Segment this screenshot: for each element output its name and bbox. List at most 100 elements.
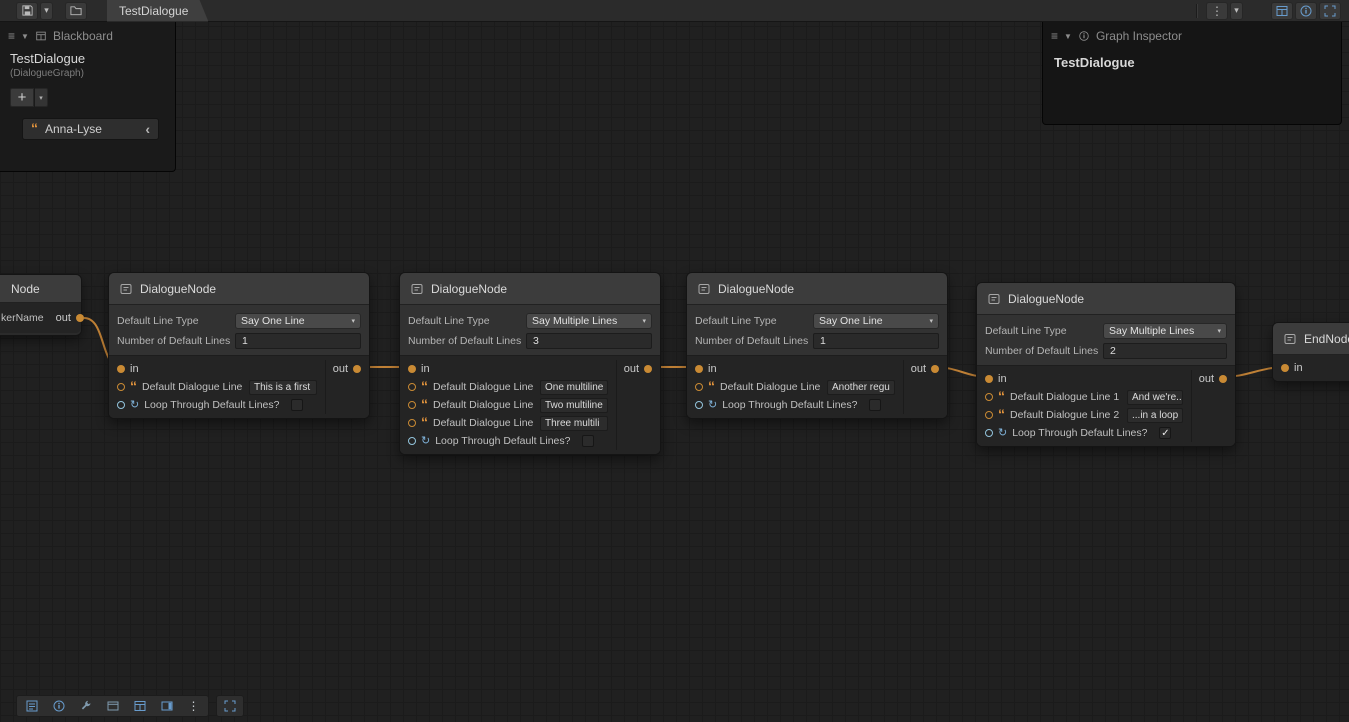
add-property-button[interactable]: + bbox=[10, 88, 34, 107]
blackboard-header[interactable]: ≡ ▼ Blackboard bbox=[0, 22, 175, 47]
blackboard-property-row[interactable]: “ Anna-Lyse ‹ bbox=[22, 118, 159, 140]
end-node[interactable]: EndNode in bbox=[1272, 322, 1349, 382]
line-port[interactable] bbox=[408, 419, 416, 427]
loop-port[interactable] bbox=[117, 401, 125, 409]
tab-testdialogue[interactable]: TestDialogue bbox=[107, 0, 208, 22]
num-lines-field[interactable]: 1 bbox=[813, 333, 939, 349]
out-port[interactable] bbox=[353, 365, 361, 373]
line-port[interactable] bbox=[985, 393, 993, 401]
folder-icon bbox=[69, 4, 83, 17]
collapse-icon[interactable]: ▼ bbox=[21, 32, 29, 41]
line-type-label: Default Line Type bbox=[985, 325, 1103, 337]
collapse-icon[interactable]: ▼ bbox=[1064, 32, 1072, 41]
loop-port[interactable] bbox=[408, 437, 416, 445]
node-title-bar[interactable]: DialogueNode bbox=[977, 283, 1235, 315]
line-port[interactable] bbox=[695, 383, 703, 391]
inspector-panel-button[interactable] bbox=[45, 696, 72, 716]
line-type-dropdown[interactable]: Say One Line ▾ bbox=[235, 313, 361, 329]
blackboard-panel-button[interactable] bbox=[18, 696, 45, 716]
frame-selection-button[interactable] bbox=[216, 695, 244, 717]
loop-port[interactable] bbox=[695, 401, 703, 409]
inspector-header[interactable]: ≡ ▼ Graph Inspector bbox=[1043, 22, 1341, 47]
quote-icon: “ bbox=[421, 401, 428, 410]
line-text-field[interactable]: Another regu bbox=[827, 380, 895, 395]
num-lines-field[interactable]: 2 bbox=[1103, 343, 1227, 359]
chevron-left-icon[interactable]: ‹ bbox=[145, 121, 150, 137]
out-port[interactable] bbox=[1219, 375, 1227, 383]
split-panel-icon bbox=[160, 699, 174, 713]
window-button[interactable] bbox=[99, 696, 126, 716]
options-dropdown-button[interactable]: ▾ bbox=[1230, 2, 1243, 20]
line-text-field[interactable]: And we're... bbox=[1127, 390, 1183, 405]
start-node[interactable]: Node kerName out bbox=[0, 274, 82, 336]
inspector-toggle-button[interactable] bbox=[1295, 2, 1317, 20]
save-dropdown-button[interactable]: ▾ bbox=[40, 2, 53, 20]
out-port[interactable] bbox=[931, 365, 939, 373]
out-port[interactable] bbox=[76, 314, 84, 322]
line-port[interactable] bbox=[117, 383, 125, 391]
menu-icon[interactable]: ≡ bbox=[1051, 29, 1058, 43]
dialogue-node-1[interactable]: DialogueNode Default Line Type Say One L… bbox=[108, 272, 370, 419]
line-text-field[interactable]: One multiline bbox=[540, 380, 608, 395]
line-text-field[interactable]: ...in a loop bbox=[1127, 408, 1183, 423]
dialogue-node-4[interactable]: DialogueNode Default Line Type Say Multi… bbox=[976, 282, 1236, 447]
node-title-bar[interactable]: DialogueNode bbox=[687, 273, 947, 305]
loop-port[interactable] bbox=[985, 429, 993, 437]
line-type-dropdown[interactable]: Say One Line ▾ bbox=[813, 313, 939, 329]
node-title-bar[interactable]: EndNode bbox=[1273, 323, 1349, 355]
more-options-button[interactable]: ⋮ bbox=[180, 696, 207, 716]
dialogue-node-2[interactable]: DialogueNode Default Line Type Say Multi… bbox=[399, 272, 661, 455]
num-lines-field[interactable]: 1 bbox=[235, 333, 361, 349]
line-port[interactable] bbox=[408, 383, 416, 391]
dialogue-node-icon bbox=[697, 282, 711, 296]
in-port[interactable] bbox=[985, 375, 993, 383]
line-text-field[interactable]: Three multili bbox=[540, 416, 608, 431]
end-node-icon bbox=[1283, 332, 1297, 346]
line-text-field[interactable]: This is a first bbox=[249, 380, 317, 395]
add-property-dropdown[interactable]: ▾ bbox=[35, 88, 48, 107]
save-button[interactable] bbox=[16, 2, 38, 20]
in-port[interactable] bbox=[695, 365, 703, 373]
out-port-label: out bbox=[1199, 373, 1214, 385]
num-lines-field[interactable]: 3 bbox=[526, 333, 652, 349]
in-port[interactable] bbox=[1281, 364, 1289, 372]
line-port[interactable] bbox=[985, 411, 993, 419]
out-port[interactable] bbox=[644, 365, 652, 373]
loop-checkbox[interactable] bbox=[291, 399, 303, 411]
blackboard-toggle-button[interactable] bbox=[1271, 2, 1293, 20]
line-label: Default Dialogue Line 2 bbox=[1010, 409, 1119, 421]
line-type-dropdown[interactable]: Say Multiple Lines ▾ bbox=[1103, 323, 1227, 339]
loop-checkbox[interactable] bbox=[582, 435, 594, 447]
line-type-label: Default Line Type bbox=[117, 315, 235, 327]
in-port[interactable] bbox=[117, 365, 125, 373]
in-port[interactable] bbox=[408, 365, 416, 373]
dropdown-arrow-icon: ▾ bbox=[642, 317, 646, 325]
node-title-bar[interactable]: DialogueNode bbox=[400, 273, 660, 305]
options-menu-button[interactable]: ⋮ bbox=[1206, 2, 1228, 20]
panel-title: Graph Inspector bbox=[1096, 29, 1182, 43]
menu-icon[interactable]: ≡ bbox=[8, 29, 15, 43]
blackboard-icon bbox=[35, 30, 47, 42]
dialogue-node-3[interactable]: DialogueNode Default Line Type Say One L… bbox=[686, 272, 948, 419]
node-title-bar[interactable]: DialogueNode bbox=[109, 273, 369, 305]
line-text-field[interactable]: Two multiline bbox=[540, 398, 608, 413]
loop-checkbox[interactable] bbox=[869, 399, 881, 411]
node-title: EndNode bbox=[1304, 332, 1349, 346]
node-title: DialogueNode bbox=[718, 282, 794, 296]
side-panel-button[interactable] bbox=[153, 696, 180, 716]
out-port-label: out bbox=[56, 312, 71, 324]
line-port[interactable] bbox=[408, 401, 416, 409]
dropdown-arrow-icon: ▾ bbox=[929, 317, 933, 325]
blackboard-panel[interactable]: ≡ ▼ Blackboard TestDialogue (DialogueGra… bbox=[0, 22, 176, 172]
open-asset-button[interactable] bbox=[65, 2, 87, 20]
loop-checkbox[interactable]: ✓ bbox=[1159, 427, 1171, 439]
frame-all-button[interactable] bbox=[1319, 2, 1341, 20]
table-panel-button[interactable] bbox=[126, 696, 153, 716]
quote-icon: “ bbox=[421, 383, 428, 392]
line-type-dropdown[interactable]: Say Multiple Lines ▾ bbox=[526, 313, 652, 329]
node-title-bar[interactable]: Node bbox=[0, 275, 81, 303]
tools-button[interactable] bbox=[72, 696, 99, 716]
line-type-value: Say Multiple Lines bbox=[1109, 325, 1194, 337]
quote-icon: “ bbox=[421, 419, 428, 428]
graph-inspector-panel[interactable]: ≡ ▼ Graph Inspector TestDialogue bbox=[1042, 22, 1342, 125]
